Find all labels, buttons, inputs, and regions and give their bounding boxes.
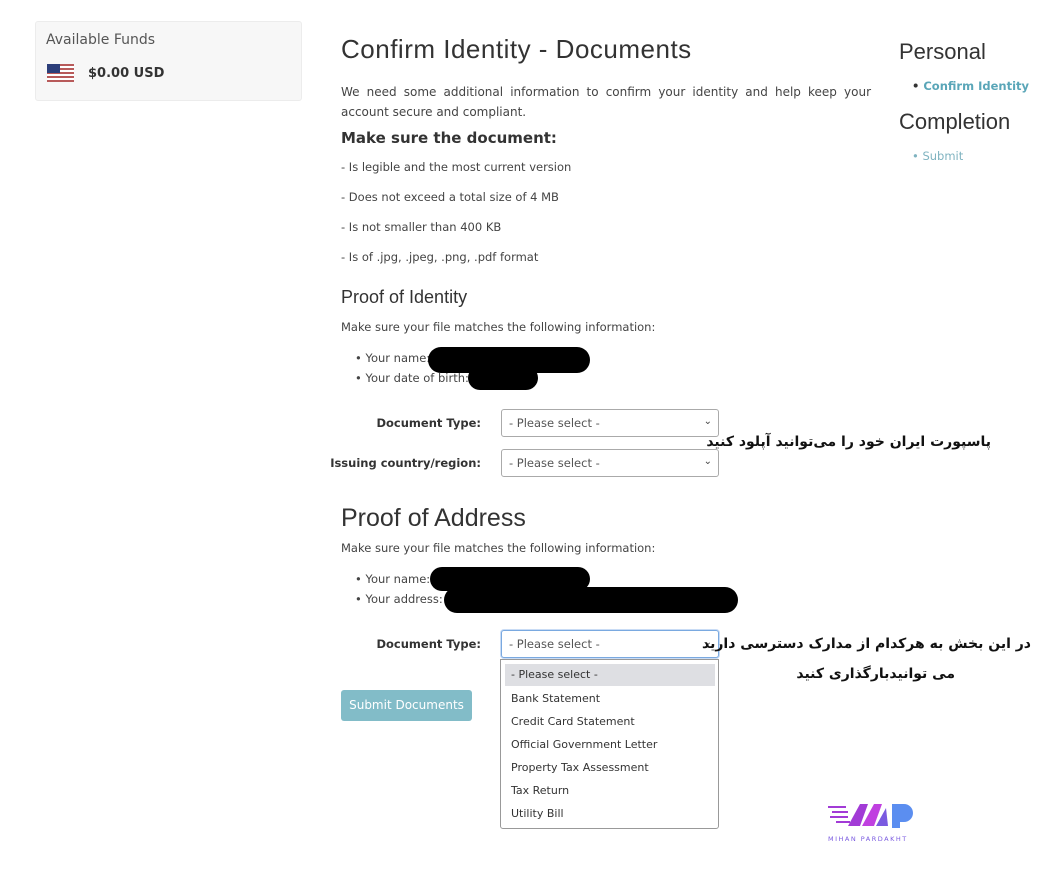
submit-documents-button[interactable]: Submit Documents <box>341 690 472 721</box>
chevron-down-icon: ⌄ <box>703 416 712 427</box>
address-label: Your address: <box>365 592 443 606</box>
funds-amount: $0.00 USD <box>88 66 165 81</box>
issuing-country-select[interactable]: - Please select - ⌄ <box>501 449 719 477</box>
us-flag-icon <box>47 64 74 82</box>
redaction <box>468 366 538 390</box>
proof-of-address-title: Proof of Address <box>341 504 526 532</box>
logo-text: MIHAN PARDAKHT <box>828 835 908 843</box>
dropdown-option[interactable]: Credit Card Statement <box>505 711 715 733</box>
requirement: - Does not exceed a total size of 4 MB <box>341 190 559 204</box>
page-title: Confirm Identity - Documents <box>341 34 692 64</box>
step-label: Confirm Identity <box>923 79 1029 93</box>
dropdown-option[interactable]: Bank Statement <box>505 688 715 710</box>
funds-title: Available Funds <box>46 32 156 48</box>
identity-note: Make sure your file matches the followin… <box>341 320 656 334</box>
select-value: - Please select - <box>509 637 600 651</box>
address-name-item: • Your name: <box>355 572 431 586</box>
identity-dob-item: • Your date of birth: <box>355 371 469 385</box>
dropdown-option[interactable]: Property Tax Assessment <box>505 757 715 779</box>
address-item: • Your address: <box>355 592 443 606</box>
address-note: Make sure your file matches the followin… <box>341 541 656 555</box>
step-personal: Personal <box>899 39 986 64</box>
dropdown-option[interactable]: Tax Return <box>505 780 715 802</box>
proof-of-identity-title: Proof of Identity <box>341 287 468 307</box>
doc-type-label: Document Type: <box>376 637 481 651</box>
document-type-dropdown: - Please select - Bank Statement Credit … <box>500 659 719 829</box>
name-label: Your name: <box>365 572 431 586</box>
select-value: - Please select - <box>509 416 600 430</box>
identity-name-item: • Your name: <box>355 351 431 365</box>
annotation-address-line1: در این بخش به هرکدام از مدارک دسترسی دار… <box>702 636 1031 652</box>
dropdown-option[interactable]: Official Government Letter <box>505 734 715 756</box>
address-document-type-select[interactable]: - Please select - ⌄ <box>501 630 719 658</box>
dropdown-option[interactable]: - Please select - <box>505 664 715 686</box>
annotation-passport: پاسپورت ایران خود را می‌توانید آپلود کنی… <box>706 434 991 450</box>
requirement: - Is not smaller than 400 KB <box>341 220 502 234</box>
annotation-address-line2: می توانیدبارگذاری کنید <box>796 666 955 682</box>
chevron-down-icon: ⌄ <box>703 456 712 467</box>
step-label: Submit <box>922 149 964 163</box>
dropdown-option[interactable]: Utility Bill <box>505 803 715 825</box>
dob-label: Your date of birth: <box>365 371 469 385</box>
requirement: - Is of .jpg, .jpeg, .png, .pdf format <box>341 250 539 264</box>
step-completion: Completion <box>899 109 1011 134</box>
requirement: - Is legible and the most current versio… <box>341 160 572 174</box>
requirements-title: Make sure the document: <box>341 129 557 147</box>
name-label: Your name: <box>365 351 431 365</box>
intro-text: We need some additional information to c… <box>341 85 871 119</box>
select-value: - Please select - <box>509 456 600 470</box>
step-confirm-identity[interactable]: • Confirm Identity <box>912 79 1029 93</box>
doc-type-label: Document Type: <box>376 416 481 430</box>
step-submit[interactable]: • Submit <box>912 149 963 163</box>
redaction <box>444 587 738 613</box>
available-funds-card: Available Funds $0.00 USD <box>35 21 302 101</box>
country-label: Issuing country/region: <box>330 456 481 470</box>
identity-document-type-select[interactable]: - Please select - ⌄ <box>501 409 719 437</box>
mihan-pardakht-logo: MIHAN PARDAKHT <box>828 800 923 843</box>
